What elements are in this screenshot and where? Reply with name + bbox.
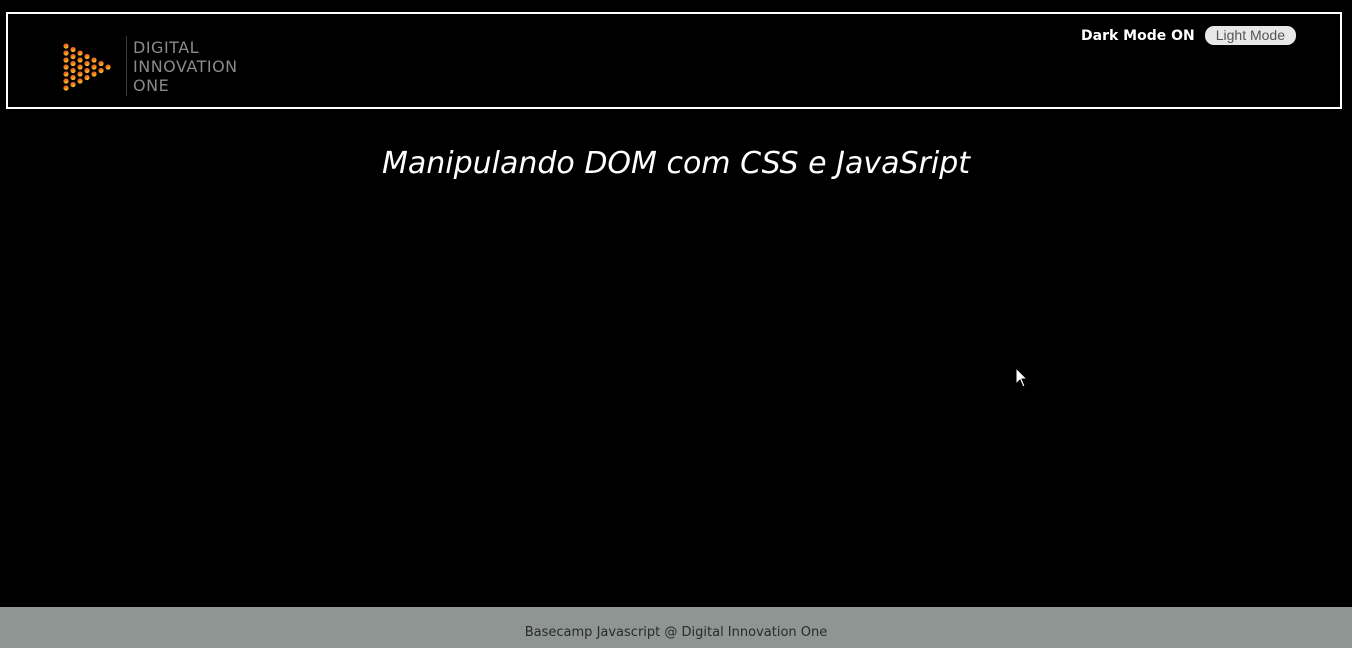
page-title: Manipulando DOM com CSS e JavaSript xyxy=(381,146,971,181)
page: DIGITAL INNOVATION ONE Dark Mode ON Ligh… xyxy=(0,0,1352,648)
footer-text: Basecamp Javascript @ Digital Innovation… xyxy=(524,625,828,640)
logo-line-2: INNOVATION xyxy=(133,57,238,76)
dio-logo[interactable]: DIGITAL INNOVATION ONE xyxy=(62,34,262,98)
dio-logo-icon xyxy=(63,43,111,91)
light-mode-button[interactable]: Light Mode xyxy=(1204,26,1296,45)
logo-divider xyxy=(126,36,127,96)
logo-wordmark: DIGITAL INNOVATION ONE xyxy=(133,38,238,95)
theme-switcher: Dark Mode ON Light Mode xyxy=(1081,26,1296,45)
site-footer: Basecamp Javascript @ Digital Innovation… xyxy=(0,607,1352,648)
mode-status-label: Dark Mode ON xyxy=(1081,27,1195,44)
site-header: DIGITAL INNOVATION ONE Dark Mode ON Ligh… xyxy=(6,12,1342,109)
logo-line-3: ONE xyxy=(133,76,170,95)
mouse-pointer-icon xyxy=(1015,367,1029,388)
logo-line-1: DIGITAL xyxy=(133,38,200,57)
